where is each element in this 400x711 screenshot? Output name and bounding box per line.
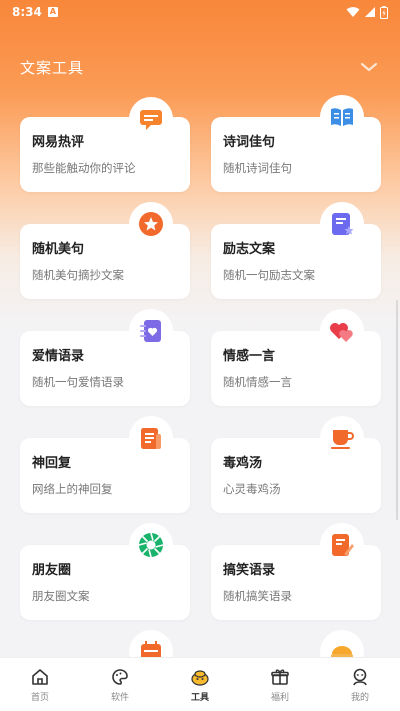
card-icon-badge xyxy=(320,202,364,246)
card-icon-badge xyxy=(320,95,364,139)
tab-label: 软件 xyxy=(110,692,129,703)
scrollbar[interactable] xyxy=(396,300,398,520)
tab-benefits[interactable]: 福利 xyxy=(240,658,320,711)
list-star-icon xyxy=(332,213,354,235)
page-title: 文案工具 xyxy=(20,58,85,77)
heart-card-icon xyxy=(140,320,161,342)
status-time: 8:34 xyxy=(12,5,42,19)
card-icon-badge xyxy=(129,97,173,141)
card-icon-badge xyxy=(320,523,364,567)
card-icon-badge xyxy=(129,309,173,353)
tab-home[interactable]: 首页 xyxy=(0,658,80,711)
profile-icon xyxy=(353,668,367,685)
aperture-icon xyxy=(138,532,164,558)
card-description: 随机搞笑语录 xyxy=(223,589,292,603)
tab-label: 工具 xyxy=(190,692,209,703)
card-description: 网络上的神回复 xyxy=(32,482,113,496)
card-description: 随机美句摘抄文案 xyxy=(32,268,124,282)
card-description: 那些能触动你的评论 xyxy=(32,161,136,175)
tab-profile[interactable]: 我的 xyxy=(320,658,400,711)
status-bar: 8:34 A xyxy=(0,0,400,24)
bottom-tab-bar: 首页 软件 工具 福利 我的 xyxy=(0,657,400,711)
chevron-down-icon[interactable] xyxy=(358,56,380,78)
card-icon-badge xyxy=(129,202,173,246)
tab-label: 福利 xyxy=(270,692,289,703)
card-description: 朋友圈文案 xyxy=(32,589,90,603)
home-icon xyxy=(32,668,48,685)
hearts-icon xyxy=(330,323,353,342)
card-icon-badge xyxy=(129,416,173,460)
cup-icon xyxy=(331,430,354,449)
card-icon-badge xyxy=(320,309,364,353)
document-icon xyxy=(141,428,161,449)
tab-tools[interactable]: 工具 xyxy=(160,658,240,711)
card-description: 随机一句爱情语录 xyxy=(32,375,124,389)
edit-note-icon xyxy=(332,534,354,556)
tab-label: 首页 xyxy=(30,692,49,703)
card-description: 随机诗词佳句 xyxy=(223,161,292,175)
wifi-icon xyxy=(346,7,360,17)
tab-label: 我的 xyxy=(350,692,369,703)
signal-icon xyxy=(365,7,375,17)
palette-icon xyxy=(112,668,128,685)
message-icon xyxy=(140,110,162,130)
book-icon xyxy=(331,108,353,126)
card-icon-badge xyxy=(320,416,364,460)
tools-mascot-icon xyxy=(191,669,209,686)
card-description: 心灵毒鸡汤 xyxy=(223,482,281,496)
card-icon-badge xyxy=(129,523,173,567)
notification-badge: A xyxy=(47,7,58,17)
battery-icon xyxy=(380,5,388,19)
card-description: 随机一句励志文案 xyxy=(223,268,315,282)
card-description: 随机情感一言 xyxy=(223,375,292,389)
gift-icon xyxy=(271,669,289,685)
star-icon xyxy=(139,212,163,236)
tab-software[interactable]: 软件 xyxy=(80,658,160,711)
section-header: 文案工具 xyxy=(0,50,400,84)
